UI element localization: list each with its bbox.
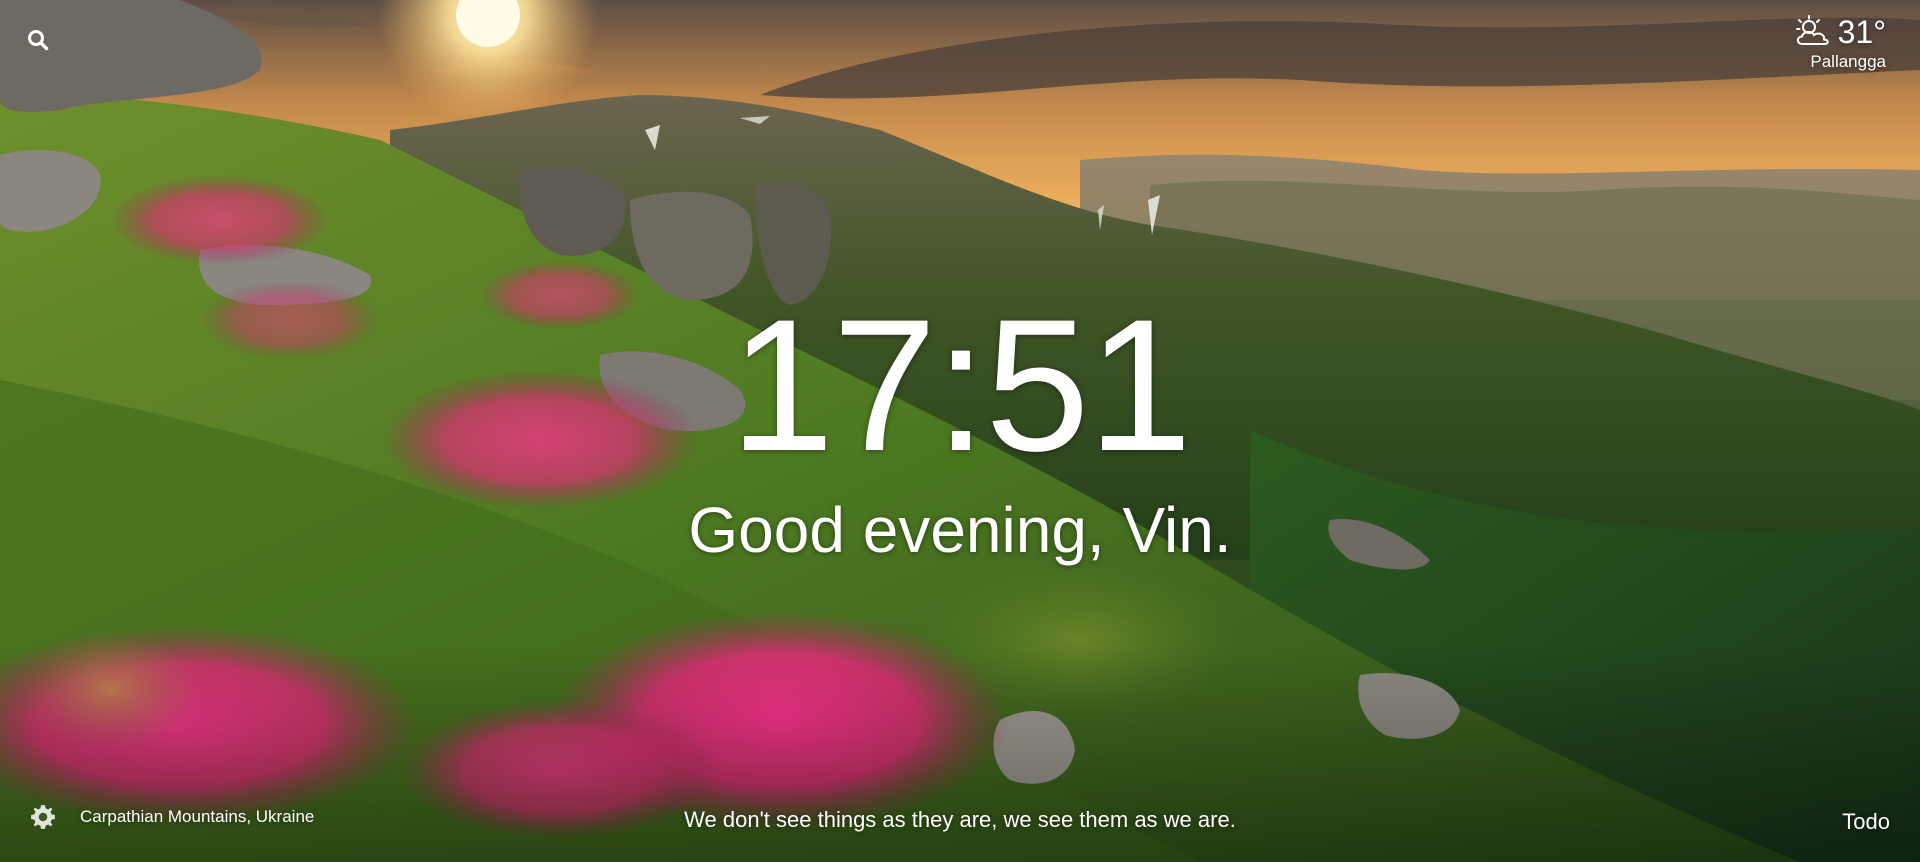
search-button[interactable] [26,28,56,58]
clock-time: 17:51 [729,280,1192,490]
new-tab-dashboard: 31° Pallangga 17:51 Good evening, Vin. C… [0,0,1920,862]
daily-quote[interactable]: We don't see things as they are, we see … [0,806,1920,834]
weather-row: 31° [1746,14,1886,50]
greeting-message[interactable]: Good evening, Vin. [0,492,1920,568]
weather-location: Pallangga [1810,52,1886,71]
search-icon [28,30,49,51]
weather-widget[interactable]: 31° Pallangga [1746,14,1886,72]
todo-button[interactable]: Todo [1842,809,1890,835]
partly-cloudy-sun-icon [1795,15,1829,45]
weather-temperature: 31° [1837,14,1886,50]
